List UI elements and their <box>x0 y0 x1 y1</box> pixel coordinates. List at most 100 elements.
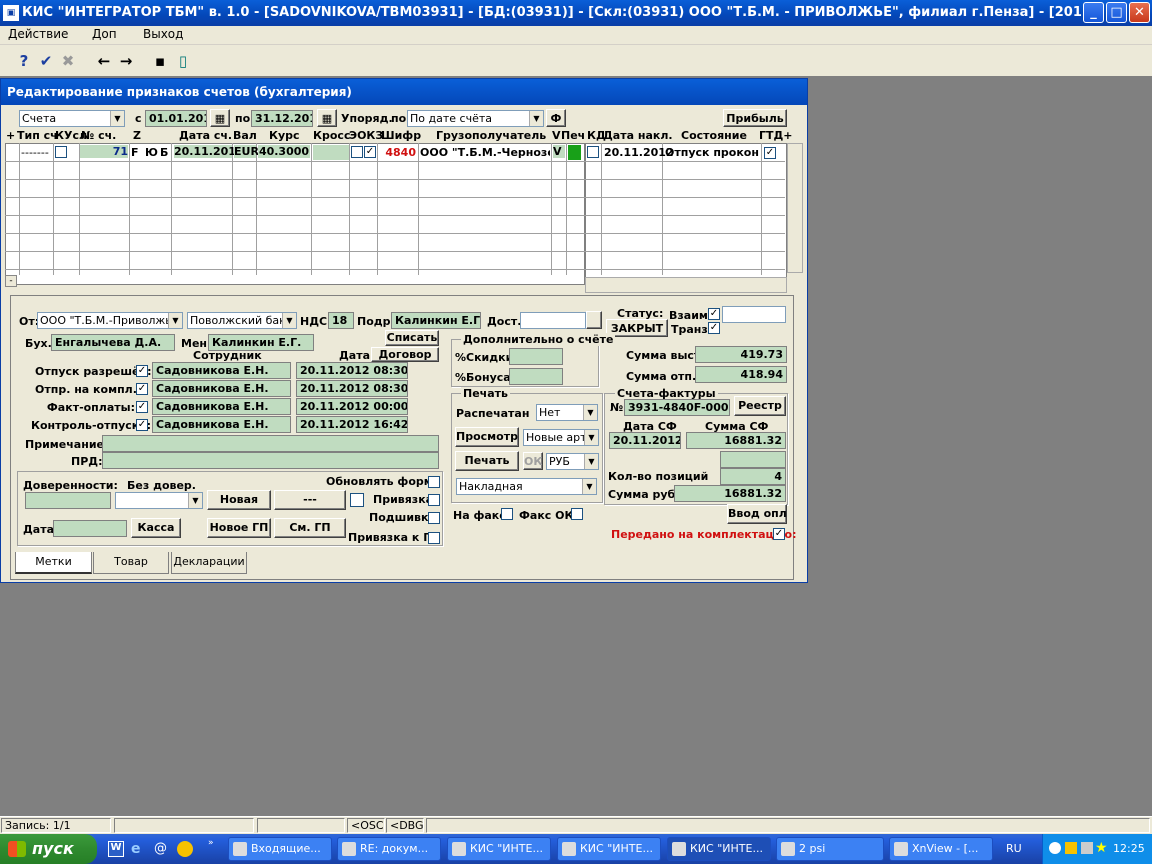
attorney-date-field[interactable] <box>53 520 127 537</box>
preview-button[interactable]: Просмотр <box>455 427 519 447</box>
row-gtd-checkbox[interactable]: ✓ <box>764 147 776 159</box>
fax-ok-checkbox[interactable] <box>571 508 583 520</box>
minimize-button[interactable]: _ <box>1083 2 1104 23</box>
taskbar-item[interactable]: 2 psi <box>776 837 884 861</box>
dashes-button[interactable]: --- <box>274 490 346 510</box>
registry-button[interactable]: Реестр <box>734 396 786 416</box>
approval-checkbox[interactable]: ✓ <box>136 383 148 395</box>
menu-action[interactable]: Действие <box>8 27 68 41</box>
exit-door-icon[interactable]: ▯ <box>173 51 193 71</box>
subdivision-field[interactable]: Калинкин Е.Г. <box>391 312 481 329</box>
bind-checkbox-left[interactable] <box>350 493 364 507</box>
outlook-icon[interactable]: @ <box>154 841 170 857</box>
delivery-picker-button[interactable] <box>586 311 602 329</box>
save-icon[interactable]: ▪ <box>150 51 170 71</box>
stitch-checkbox[interactable] <box>428 512 440 524</box>
app-icon[interactable] <box>177 841 193 857</box>
new-attorney-button[interactable]: Новая <box>207 490 271 510</box>
star-icon[interactable]: ★ <box>1095 840 1108 856</box>
invoice-grid[interactable] <box>5 143 585 285</box>
accountant-field[interactable]: Енгалычева Д.А. <box>51 334 175 351</box>
fax-checkbox[interactable] <box>501 508 513 520</box>
print-button[interactable]: Печать <box>455 451 519 471</box>
grid-hscrollbar[interactable] <box>585 277 787 293</box>
approval-date[interactable]: 20.11.2012 00:00:00 <box>296 398 408 415</box>
tab-declarations[interactable]: Декларации <box>171 552 247 574</box>
word-icon[interactable]: W <box>108 841 124 857</box>
calendar-icon[interactable]: ▦ <box>317 109 337 127</box>
mutual-checkbox[interactable]: ✓ <box>708 308 720 320</box>
attorney-field[interactable] <box>25 492 111 509</box>
row-kd-checkbox[interactable] <box>587 146 599 158</box>
cancel-icon[interactable]: ✖ <box>58 51 78 71</box>
taskbar-item[interactable]: Входящие... <box>228 837 332 861</box>
date-to-field[interactable]: 31.12.2012 <box>251 110 313 127</box>
close-button[interactable]: ✕ <box>1129 2 1150 23</box>
network-icon[interactable] <box>1081 842 1093 854</box>
invoice-sum-field[interactable]: 16881.32 <box>686 432 786 449</box>
approval-date[interactable]: 20.11.2012 16:42:19 <box>296 416 408 433</box>
tab-goods[interactable]: Товар <box>93 552 169 574</box>
profit-button[interactable]: Прибыль <box>723 109 787 127</box>
invoice-extra-field[interactable] <box>720 451 786 468</box>
shipment-grid[interactable] <box>585 143 787 293</box>
taskbar-item[interactable]: RE: докум... <box>337 837 441 861</box>
bind-checkbox[interactable] <box>428 494 440 506</box>
tray-icon[interactable] <box>1049 842 1061 854</box>
approval-checkbox[interactable]: ✓ <box>136 365 148 377</box>
taskbar-item[interactable]: XnView - [... <box>889 837 993 861</box>
discount-field[interactable] <box>509 348 563 365</box>
vat-field[interactable]: 18 <box>328 312 354 329</box>
help-icon[interactable]: ? <box>14 51 34 71</box>
contract-button[interactable]: Договор <box>371 347 439 362</box>
approval-employee[interactable]: Садовникова Е.Н. <box>152 398 291 415</box>
transit-checkbox[interactable]: ✓ <box>708 322 720 334</box>
menu-extra[interactable]: Доп <box>92 27 117 41</box>
ok-button[interactable]: ОК <box>523 452 543 470</box>
expand-icon[interactable]: » <box>208 838 214 848</box>
sum-issued-field[interactable]: 419.73 <box>695 346 787 363</box>
taskbar-item[interactable]: КИС "ИНТЕ... <box>557 837 661 861</box>
region-select[interactable]: Поволжский бак ▼ <box>187 312 297 329</box>
approval-employee[interactable]: Садовникова Е.Н. <box>152 416 291 433</box>
approval-checkbox[interactable]: ✓ <box>136 401 148 413</box>
date-from-field[interactable]: 01.01.2012 <box>145 110 207 127</box>
handed-checkbox[interactable]: ✓ <box>773 528 785 540</box>
approval-date[interactable]: 20.11.2012 08:30:33 <box>296 362 408 379</box>
table-row[interactable]: ------- 71 F Ю Б 20.11.2012 EUR 40.3000 … <box>20 145 600 161</box>
invoice-number-field[interactable]: 3931-4840F-000071 <box>624 399 730 416</box>
order-select[interactable]: По дате счёта ▼ <box>407 110 544 127</box>
cash-button[interactable]: Касса <box>131 518 181 538</box>
printed-select[interactable]: Нет ▼ <box>536 404 598 421</box>
taskbar-item-active[interactable]: КИС "ИНТЕ... <box>667 837 771 861</box>
document-select[interactable]: Накладная ▼ <box>456 478 597 495</box>
filter-button[interactable]: Ф <box>546 109 566 127</box>
no-attorney-select[interactable]: ▼ <box>115 492 203 509</box>
bind-gp-checkbox[interactable] <box>428 532 440 544</box>
arrow-left-icon[interactable]: ← <box>94 51 114 71</box>
write-off-button[interactable]: Списать <box>385 330 439 346</box>
check-icon[interactable]: ✔ <box>36 51 56 71</box>
positions-count-field[interactable]: 4 <box>720 468 786 485</box>
delivery-field[interactable] <box>520 312 586 329</box>
prd-field[interactable] <box>102 452 439 469</box>
mutual-field[interactable] <box>722 306 786 323</box>
row-eokz-checkbox[interactable] <box>351 146 363 158</box>
collapse-button[interactable]: - <box>5 275 17 287</box>
approval-date[interactable]: 20.11.2012 08:30:34 <box>296 380 408 397</box>
new-art-select[interactable]: Новые арт ▼ <box>523 429 599 446</box>
update-form-checkbox[interactable] <box>428 476 440 488</box>
arrow-right-icon[interactable]: → <box>116 51 136 71</box>
approval-employee[interactable]: Садовникова Е.Н. <box>152 380 291 397</box>
tray-icon[interactable] <box>1065 842 1077 854</box>
row-kusl-checkbox[interactable] <box>55 146 67 158</box>
sum-shipped-field[interactable]: 418.94 <box>695 366 787 383</box>
from-select[interactable]: ООО "Т.Б.М.-Приволжье" ▼ <box>37 312 183 329</box>
bonus-field[interactable] <box>509 368 563 385</box>
doc-type-select[interactable]: Счета ▼ <box>19 110 125 127</box>
payment-input-button[interactable]: Ввод опл <box>727 504 787 524</box>
see-gp-button[interactable]: См. ГП <box>274 518 346 538</box>
menu-exit[interactable]: Выход <box>143 27 183 41</box>
ie-icon[interactable]: e <box>131 841 147 857</box>
note-field[interactable] <box>102 435 439 452</box>
